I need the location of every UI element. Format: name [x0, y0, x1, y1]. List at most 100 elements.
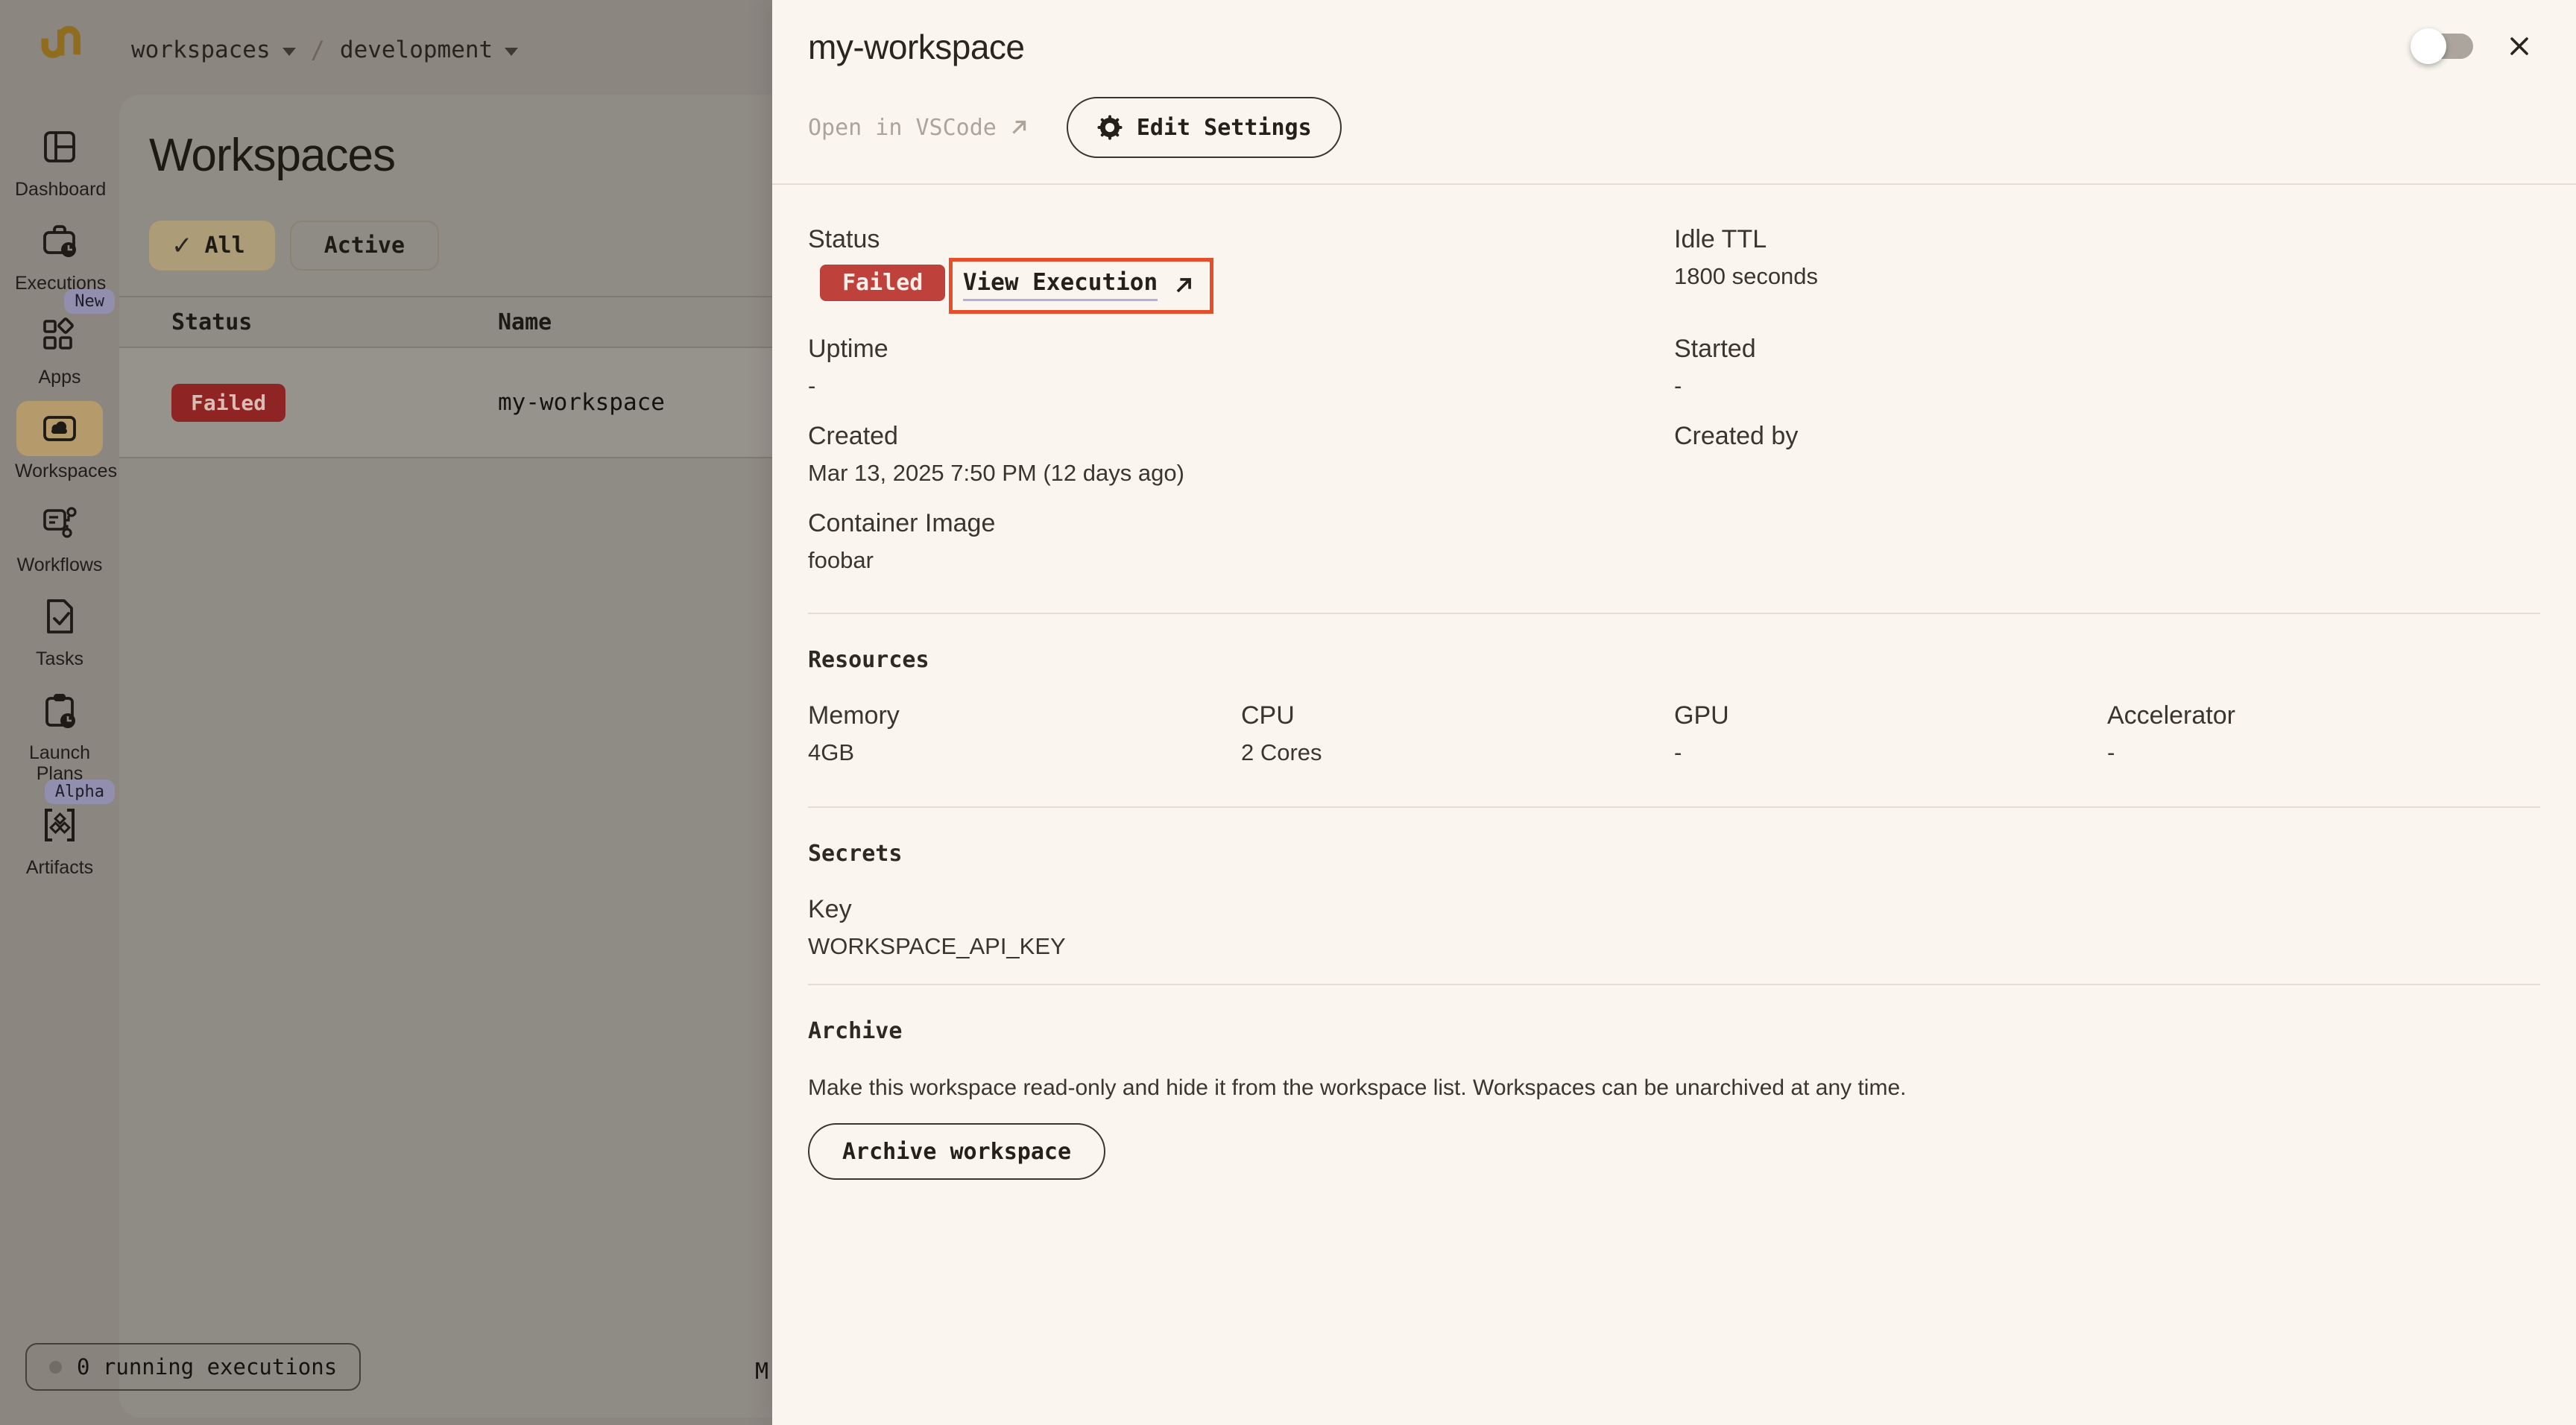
- secret-key-field: Key WORKSPACE_API_KEY: [808, 895, 2540, 961]
- name-cell: my-workspace: [498, 389, 665, 416]
- created-field: Created Mar 13, 2025 7:50 PM (12 days ag…: [808, 422, 1674, 488]
- created-by-label: Created by: [1674, 422, 2540, 451]
- status-dot-icon: [49, 1361, 62, 1374]
- cpu-field: CPU 2 Cores: [1241, 701, 1674, 768]
- sidebar-item-workspaces[interactable]: Workspaces: [0, 401, 119, 481]
- view-execution-label: View Execution: [963, 269, 1158, 301]
- new-badge: New: [64, 289, 115, 314]
- created-label: Created: [808, 422, 1674, 451]
- breadcrumb-project-dropdown[interactable]: workspaces: [131, 37, 296, 63]
- workspaces-panel: Workspaces ✓ All Active Status Name Fail…: [119, 95, 772, 1418]
- memory-value: 4GB: [808, 739, 1241, 768]
- accelerator-field: Accelerator -: [2107, 701, 2540, 768]
- executions-icon: [40, 221, 80, 261]
- sidebar-item-artifacts[interactable]: Alpha Artifacts: [0, 797, 119, 878]
- secret-key-value: WORKSPACE_API_KEY: [808, 933, 2540, 961]
- close-icon: [2506, 33, 2533, 60]
- breadcrumb-project-label: workspaces: [131, 37, 271, 63]
- cpu-value: 2 Cores: [1241, 739, 1674, 768]
- status-badge: Failed: [820, 265, 945, 301]
- breadcrumb-domain-dropdown[interactable]: development: [340, 37, 518, 63]
- workflows-icon: [40, 502, 80, 543]
- column-header-name: Name: [498, 309, 552, 335]
- table-row[interactable]: Failed my-workspace: [119, 347, 772, 458]
- gear-icon: [1096, 114, 1123, 141]
- chevron-down-icon: [505, 48, 518, 56]
- artifacts-icon: [40, 805, 80, 845]
- tasks-icon: [40, 596, 80, 636]
- container-image-label: Container Image: [808, 509, 1674, 538]
- archive-workspace-button[interactable]: Archive workspace: [808, 1123, 1105, 1180]
- edit-settings-button[interactable]: Edit Settings: [1067, 97, 1342, 158]
- launch-plans-icon: [40, 690, 80, 730]
- gpu-value: -: [1674, 739, 2107, 768]
- cpu-label: CPU: [1241, 701, 1674, 730]
- uptime-label: Uptime: [808, 335, 1674, 364]
- archive-section-header: Archive: [808, 1018, 2540, 1044]
- idle-ttl-field: Idle TTL 1800 seconds: [1674, 225, 2540, 314]
- chevron-down-icon: [282, 48, 296, 56]
- status-field: Status Failed View Execution: [808, 225, 1674, 314]
- sidebar-item-label: Launch Plans: [15, 742, 104, 784]
- accelerator-label: Accelerator: [2107, 701, 2540, 730]
- sidebar-item-label: Workspaces: [15, 461, 104, 481]
- idle-ttl-value: 1800 seconds: [1674, 263, 2540, 291]
- created-by-field: Created by: [1674, 422, 2540, 488]
- open-in-vscode-label: Open in VSCode: [808, 115, 997, 141]
- status-badge: Failed: [171, 384, 285, 422]
- main-app-region: workspaces / development Dashboard: [0, 0, 772, 1425]
- union-logo[interactable]: [33, 18, 85, 67]
- memory-label: Memory: [808, 701, 1241, 730]
- external-link-icon: [1008, 117, 1029, 138]
- started-value: -: [1674, 373, 2540, 401]
- open-in-vscode-link[interactable]: Open in VSCode: [808, 115, 1029, 141]
- gpu-field: GPU -: [1674, 701, 2107, 768]
- breadcrumb-domain-label: development: [340, 37, 493, 63]
- dashboard-icon: [40, 127, 80, 167]
- sidebar-item-label: Apps: [39, 367, 81, 388]
- sidebar-item-workflows[interactable]: Workflows: [0, 495, 119, 575]
- created-value: Mar 13, 2025 7:50 PM (12 days ago): [808, 460, 1674, 488]
- sidebar-item-tasks[interactable]: Tasks: [0, 589, 119, 669]
- workspace-power-toggle[interactable]: [2416, 34, 2473, 59]
- divider: [808, 613, 2540, 614]
- sidebar-item-dashboard[interactable]: Dashboard: [0, 119, 119, 200]
- sidebar-item-label: Tasks: [36, 648, 83, 669]
- page-title: Workspaces: [149, 129, 772, 182]
- drawer-title: my-workspace: [808, 27, 2540, 67]
- clipped-footer-text: M: [755, 1359, 768, 1385]
- external-link-icon: [1172, 274, 1195, 297]
- filter-active-button[interactable]: Active: [290, 221, 439, 271]
- divider: [808, 984, 2540, 985]
- container-image-value: foobar: [808, 547, 1674, 575]
- running-executions-label: 0 running executions: [77, 1354, 337, 1380]
- check-icon: ✓: [171, 231, 193, 261]
- spacer: [1674, 509, 2540, 575]
- view-execution-link[interactable]: View Execution: [963, 269, 1195, 301]
- sidebar-item-apps[interactable]: New Apps: [0, 307, 119, 388]
- sidebar-item-label: Workflows: [17, 554, 103, 575]
- running-executions-status[interactable]: 0 running executions: [25, 1343, 361, 1391]
- container-image-field: Container Image foobar: [808, 509, 1674, 575]
- toggle-knob: [2411, 28, 2446, 64]
- alpha-badge: Alpha: [45, 780, 115, 804]
- secrets-section-header: Secrets: [808, 841, 2540, 867]
- sidebar-item-launch-plans[interactable]: Launch Plans: [0, 683, 119, 784]
- sidebar: Dashboard Executions New: [0, 119, 119, 891]
- gpu-label: GPU: [1674, 701, 2107, 730]
- filter-all-button[interactable]: ✓ All: [149, 221, 275, 271]
- close-drawer-button[interactable]: [2506, 33, 2533, 60]
- column-header-status: Status: [171, 309, 498, 335]
- secret-key-label: Key: [808, 895, 2540, 924]
- apps-icon: [40, 315, 80, 355]
- sidebar-item-executions[interactable]: Executions: [0, 213, 119, 294]
- workspace-filters: ✓ All Active: [149, 221, 772, 271]
- started-field: Started -: [1674, 335, 2540, 401]
- filter-all-label: All: [205, 233, 245, 259]
- accelerator-value: -: [2107, 739, 2540, 768]
- edit-settings-label: Edit Settings: [1137, 115, 1312, 141]
- created-by-value: [1674, 460, 2540, 488]
- breadcrumb-separator: /: [311, 36, 325, 64]
- breadcrumb: workspaces / development: [131, 36, 518, 64]
- annotation-highlight-box: View Execution: [949, 258, 1213, 314]
